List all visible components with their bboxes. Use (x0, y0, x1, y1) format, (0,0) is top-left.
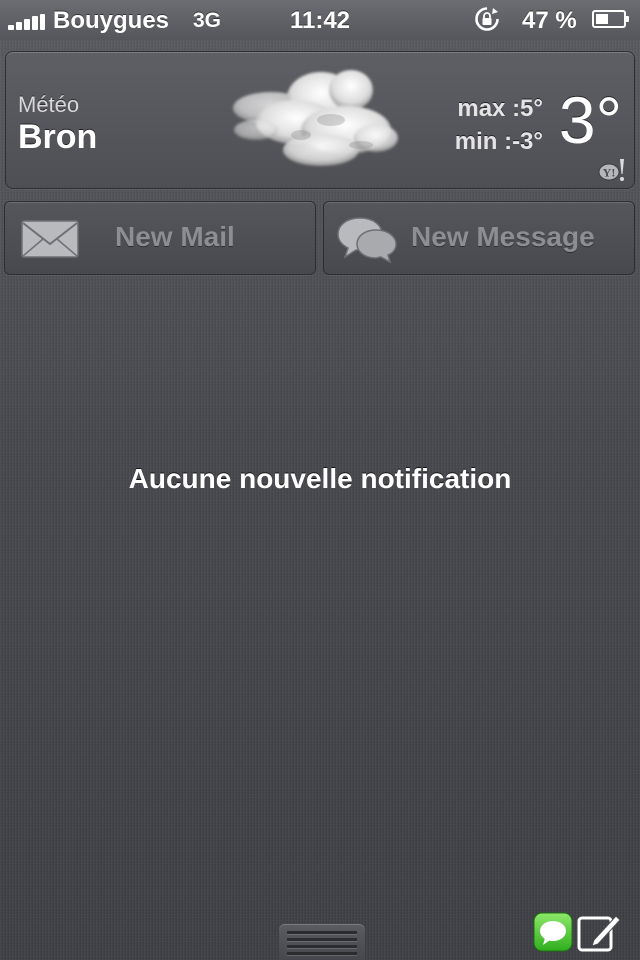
compose-icon[interactable] (576, 912, 622, 954)
envelope-icon (21, 220, 79, 258)
new-mail-button[interactable]: New Mail (4, 201, 316, 275)
new-mail-label: New Mail (115, 221, 235, 252)
status-bar: Bouygues 3G 11:42 47 % (0, 0, 640, 40)
weather-app-name: Météo (18, 92, 80, 117)
rotation-lock-icon (475, 7, 499, 31)
battery-percent: 47 % (522, 7, 577, 34)
battery-level-fill (596, 14, 608, 24)
temp-max: max :5° (457, 95, 543, 122)
yahoo-icon[interactable]: Y! (598, 157, 626, 183)
temp-min: min :-3° (454, 128, 543, 155)
new-message-button[interactable]: New Message (323, 201, 635, 275)
weather-widget[interactable]: Météo Bron max :5° min :-3° 3° Y! (5, 51, 635, 189)
weather-city: Bron (18, 118, 98, 156)
no-notifications-text: Aucune nouvelle notification (128, 463, 512, 494)
messages-app-icon[interactable] (533, 912, 573, 952)
cloud-icon (233, 70, 398, 166)
temp-current: 3° (558, 83, 622, 157)
grabber-handle-icon[interactable] (279, 924, 365, 960)
chat-bubbles-icon (337, 217, 397, 264)
svg-text:Y!: Y! (603, 166, 616, 180)
new-message-label: New Message (411, 221, 595, 252)
battery-icon (592, 10, 629, 28)
